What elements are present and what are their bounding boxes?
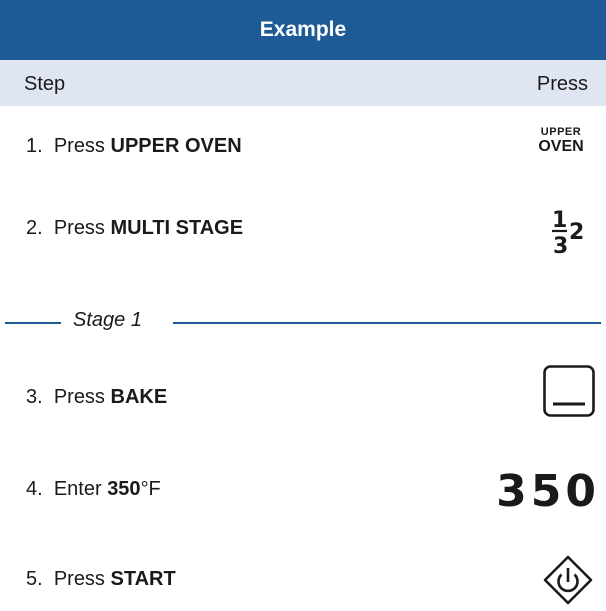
upper-oven-key-line1: UPPER (540, 126, 582, 138)
step-number: 3. (26, 386, 43, 408)
step-keyword: 350 (107, 478, 141, 500)
column-header-step: Step (24, 73, 66, 95)
step-verb: Press (53, 135, 105, 157)
step-keyword: START (110, 568, 176, 590)
svg-text:2: 2 (569, 220, 584, 245)
step-keyword: BAKE (110, 386, 168, 408)
upper-oven-key[interactable]: UPPER OVEN (526, 127, 596, 155)
step-number: 4. (26, 478, 43, 500)
start-icon (543, 555, 593, 605)
stage-divider-right (173, 322, 601, 324)
example-title: Example (259, 18, 347, 41)
step-number: 1. (26, 135, 43, 157)
step-verb: Enter (53, 478, 102, 500)
step-text-3: 3. Press BAKE (26, 386, 167, 409)
svg-text:3: 3 (553, 234, 568, 255)
bake-key[interactable] (542, 364, 596, 418)
step-verb: Press (53, 217, 105, 239)
example-title-bar: Example (0, 0, 606, 60)
svg-text:1: 1 (552, 208, 567, 233)
step-text-1: 1. Press UPPER OVEN (26, 135, 242, 158)
start-key[interactable] (542, 554, 594, 606)
stage-divider-left (5, 322, 61, 324)
upper-oven-key-line2: OVEN (538, 138, 584, 155)
step-verb: Press (53, 386, 105, 408)
bake-icon (543, 365, 595, 417)
step-keyword: MULTI STAGE (110, 217, 244, 239)
step-keyword: UPPER OVEN (110, 135, 242, 157)
step-text-2: 2. Press MULTI STAGE (26, 217, 243, 240)
step-text-5: 5. Press START (26, 568, 176, 591)
multi-stage-key[interactable]: 1 2 3 (548, 205, 592, 259)
step-number: 5. (26, 568, 43, 590)
step-text-4: 4. Enter 350°F (26, 478, 161, 501)
step-verb: Press (53, 568, 105, 590)
step-number: 2. (26, 217, 43, 239)
stage-label: Stage 1 (73, 309, 142, 331)
step-unit: °F (140, 478, 161, 500)
temperature-entry-display: 350 (496, 466, 600, 517)
column-header-press: Press (536, 73, 588, 95)
multi-stage-icon: 1 2 3 (552, 208, 584, 259)
column-header-row: Step Press (0, 60, 606, 106)
